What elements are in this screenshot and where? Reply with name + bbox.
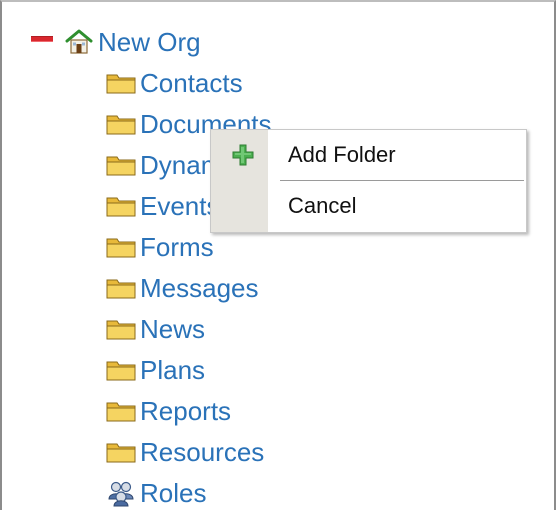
tree-item-label[interactable]: Reports	[140, 393, 231, 429]
folder-icon	[106, 437, 140, 467]
tree-item-label[interactable]: Forms	[140, 229, 214, 265]
people-icon	[106, 478, 140, 508]
context-menu: Add Folder Cancel	[210, 129, 527, 233]
folder-icon	[106, 150, 140, 180]
menu-item-add-folder[interactable]: Add Folder	[268, 130, 526, 180]
collapse-icon[interactable]	[30, 24, 54, 60]
folder-icon	[106, 396, 140, 426]
tree-item-contacts[interactable]: Contacts	[106, 62, 339, 103]
plus-icon	[231, 143, 255, 167]
folder-icon	[106, 68, 140, 98]
tree-root-node[interactable]: New Org	[30, 24, 201, 60]
tree-item-label[interactable]: Contacts	[140, 65, 243, 101]
tree-item-news[interactable]: News	[106, 308, 339, 349]
tree-item-label[interactable]: Plans	[140, 352, 205, 388]
tree-item-roles[interactable]: Roles	[106, 472, 339, 510]
tree-item-label[interactable]: Resources	[140, 434, 264, 470]
tree-item-messages[interactable]: Messages	[106, 267, 339, 308]
context-menu-body: Add Folder Cancel	[268, 130, 526, 232]
folder-icon	[106, 109, 140, 139]
folder-icon	[106, 232, 140, 262]
tree-panel: New Org Contacts Documents Dynamic Event…	[0, 0, 556, 510]
folder-icon	[106, 355, 140, 385]
tree-item-label[interactable]: Roles	[140, 475, 206, 510]
tree-item-label[interactable]: Events	[140, 188, 220, 224]
menu-item-cancel[interactable]: Cancel	[268, 181, 526, 231]
tree-item-label[interactable]: News	[140, 311, 205, 347]
tree-item-plans[interactable]: Plans	[106, 349, 339, 390]
tree-root-label[interactable]: New Org	[98, 24, 201, 60]
house-icon	[64, 27, 98, 57]
folder-icon	[106, 273, 140, 303]
tree-item-resources[interactable]: Resources	[106, 431, 339, 472]
folder-icon	[106, 191, 140, 221]
tree-item-reports[interactable]: Reports	[106, 390, 339, 431]
context-menu-gutter	[211, 130, 268, 232]
tree-item-label[interactable]: Messages	[140, 270, 259, 306]
folder-icon	[106, 314, 140, 344]
